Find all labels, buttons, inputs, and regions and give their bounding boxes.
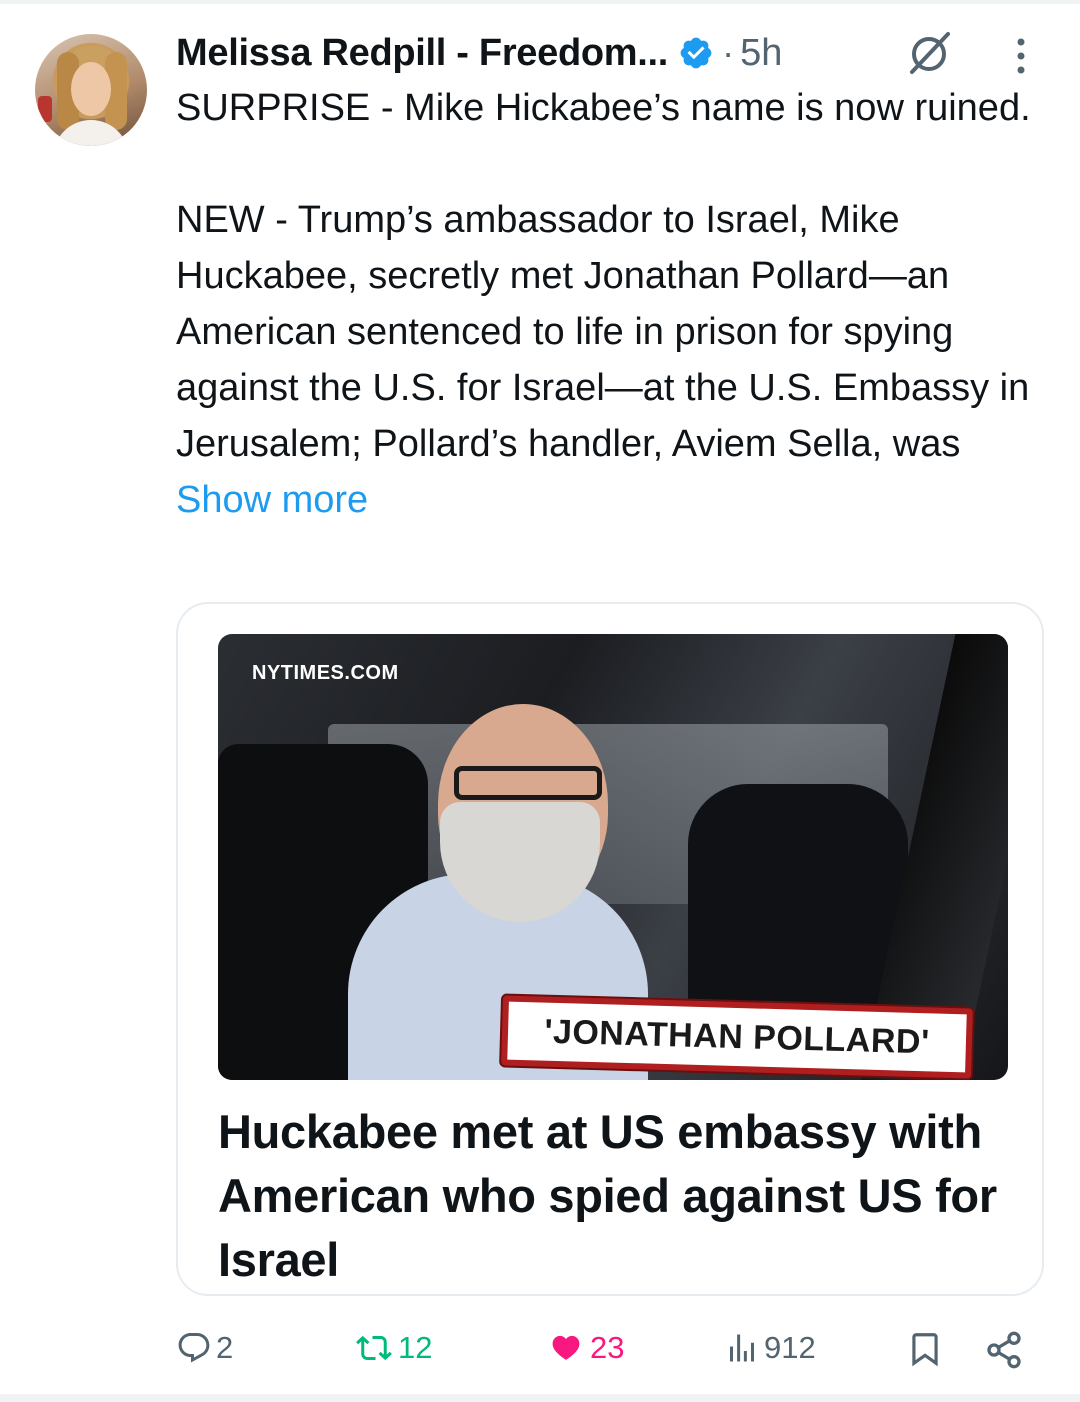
views-button[interactable]: 912 bbox=[724, 1330, 816, 1366]
tweet-text-line1: SURPRISE - Mike Hickabee’s name is now r… bbox=[176, 87, 1031, 129]
tweet-header: Melissa Redpill - Freedom... · 5h bbox=[176, 26, 782, 80]
image-name-tag-text: 'JONATHAN POLLARD' bbox=[543, 1012, 931, 1061]
share-button[interactable] bbox=[984, 1330, 1024, 1370]
card-title[interactable]: Huckabee met at US embassy with American… bbox=[218, 1100, 1018, 1292]
card-image[interactable]: NYTIMES.COM 'JONATHAN POLLARD' bbox=[218, 634, 1008, 1080]
reply-icon bbox=[178, 1333, 210, 1363]
reply-count: 2 bbox=[216, 1330, 234, 1365]
action-bar: 2 12 23 912 bbox=[0, 1316, 1080, 1386]
tweet-text-body: NEW - Trump’s ambassador to Israel, Mike… bbox=[176, 199, 1030, 465]
share-icon bbox=[987, 1331, 1021, 1369]
tweet-text: SURPRISE - Mike Hickabee’s name is now r… bbox=[176, 80, 1056, 528]
show-more-link[interactable]: Show more bbox=[176, 479, 368, 521]
time-separator: · bbox=[722, 32, 735, 73]
image-name-tag: 'JONATHAN POLLARD' bbox=[501, 995, 973, 1079]
avatar[interactable] bbox=[35, 34, 147, 146]
like-count: 23 bbox=[590, 1330, 625, 1365]
grok-icon[interactable] bbox=[904, 28, 954, 76]
retweet-count: 12 bbox=[398, 1330, 433, 1365]
link-preview-card[interactable]: NYTIMES.COM 'JONATHAN POLLARD' Huckabee … bbox=[176, 602, 1044, 1296]
reply-button[interactable]: 2 bbox=[176, 1330, 233, 1366]
views-icon bbox=[730, 1334, 754, 1362]
timestamp[interactable]: 5h bbox=[740, 32, 782, 75]
bookmark-button[interactable] bbox=[906, 1330, 944, 1368]
like-button[interactable]: 23 bbox=[546, 1330, 624, 1366]
more-options-icon[interactable] bbox=[1014, 36, 1028, 76]
card-site-label: NYTIMES.COM bbox=[252, 662, 399, 684]
tweet-text-para2: NEW - Trump’s ambassador to Israel, Mike… bbox=[176, 192, 1056, 528]
author-name[interactable]: Melissa Redpill - Freedom... bbox=[176, 32, 668, 75]
retweet-button[interactable]: 12 bbox=[354, 1330, 432, 1366]
verified-badge-icon bbox=[680, 37, 712, 69]
bookmark-icon bbox=[912, 1333, 938, 1367]
views-count: 912 bbox=[764, 1330, 816, 1365]
like-icon bbox=[552, 1335, 580, 1360]
top-divider bbox=[0, 0, 1080, 4]
retweet-icon bbox=[356, 1335, 392, 1361]
bottom-divider bbox=[0, 1394, 1080, 1402]
